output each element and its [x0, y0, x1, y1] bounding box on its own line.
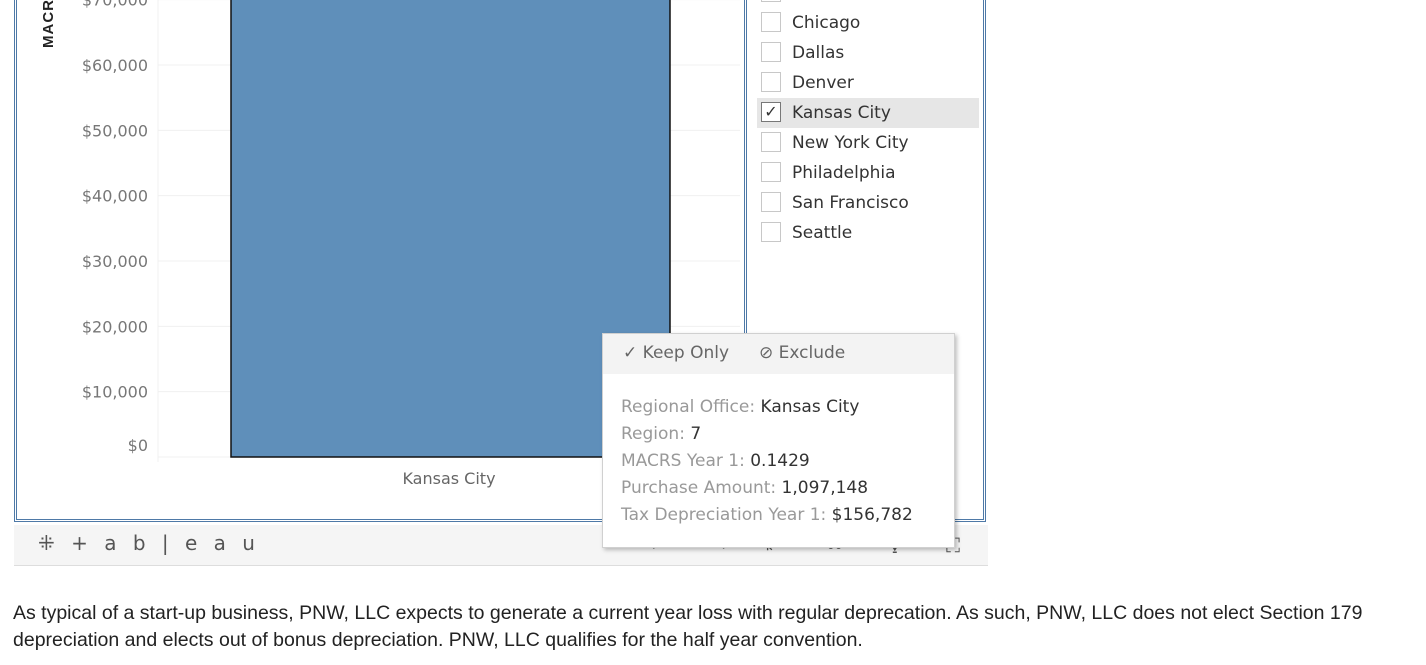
- tableau-logo-icon: ⁜: [38, 531, 60, 555]
- y-tick-label: $10,000: [82, 383, 148, 402]
- filter-item[interactable]: New York City: [757, 128, 979, 158]
- filter-item[interactable]: Denver: [757, 68, 979, 98]
- filter-item[interactable]: Chicago: [757, 8, 979, 38]
- filter-item[interactable]: Dallas: [757, 38, 979, 68]
- tooltip-label: Regional Office:: [621, 397, 761, 417]
- checkbox[interactable]: [761, 42, 781, 62]
- exclude-button[interactable]: ⊘ Exclude: [759, 343, 845, 363]
- filter-item-label: Kansas City: [792, 103, 891, 123]
- checkbox[interactable]: [761, 162, 781, 182]
- tooltip: ✓ Keep Only ⊘ Exclude Regional Office: K…: [602, 333, 955, 548]
- check-icon: ✓: [623, 343, 638, 363]
- checkbox[interactable]: [761, 12, 781, 32]
- y-tick-label: $20,000: [82, 317, 148, 336]
- tooltip-row: Tax Depreciation Year 1: $156,782: [621, 502, 913, 529]
- keep-only-button[interactable]: ✓ Keep Only: [623, 343, 729, 363]
- tooltip-actions: ✓ Keep Only ⊘ Exclude: [603, 334, 954, 374]
- filter-item-label: Denver: [792, 73, 854, 93]
- tooltip-value: 7: [690, 424, 702, 444]
- filter-item-label: Chicago: [792, 13, 861, 33]
- y-axis-title: MACR: [40, 0, 57, 48]
- tooltip-value: 0.1429: [750, 451, 810, 471]
- tableau-logo[interactable]: ⁜ + a b | e a u: [38, 531, 260, 555]
- tooltip-row: Regional Office: Kansas City: [621, 394, 913, 421]
- checkbox[interactable]: [761, 222, 781, 242]
- filter-item[interactable]: Seattle: [757, 218, 979, 248]
- tooltip-value: $156,782: [831, 505, 913, 525]
- tooltip-label: Purchase Amount:: [621, 478, 782, 498]
- tooltip-row: Purchase Amount: 1,097,148: [621, 475, 913, 502]
- tooltip-value: Kansas City: [760, 397, 860, 417]
- tooltip-label: Region:: [621, 424, 691, 444]
- filter-item-label: Philadelphia: [792, 163, 896, 183]
- filter-item-label: Seattle: [792, 223, 853, 243]
- filter-item[interactable]: ✓ Kansas City: [757, 98, 979, 128]
- tooltip-details: Regional Office: Kansas City Region: 7 MAC…: [621, 394, 913, 529]
- filter-item[interactable]: San Francisco: [757, 188, 979, 218]
- checkbox[interactable]: [761, 132, 781, 152]
- y-tick-label: $60,000: [82, 56, 148, 75]
- checkbox[interactable]: ✓: [761, 102, 781, 122]
- exclude-icon: ⊘: [759, 343, 774, 363]
- y-tick-label: $70,000: [82, 0, 148, 10]
- tooltip-value: 1,097,148: [781, 478, 869, 498]
- filter-item[interactable]: [757, 0, 979, 8]
- y-tick-label: $50,000: [82, 121, 148, 140]
- tooltip-label: MACRS Year 1:: [621, 451, 751, 471]
- checkbox[interactable]: [761, 192, 781, 212]
- filter-item-label: New York City: [792, 133, 909, 153]
- y-tick-label: $0: [128, 436, 148, 455]
- filter-item-label: San Francisco: [792, 193, 909, 213]
- filter-item[interactable]: Philadelphia: [757, 158, 979, 188]
- x-tick-label: Kansas City: [402, 469, 495, 488]
- tooltip-row: MACRS Year 1: 0.1429: [621, 448, 913, 475]
- tooltip-label: Tax Depreciation Year 1:: [621, 505, 832, 525]
- y-tick-label: $40,000: [82, 187, 148, 206]
- tooltip-row: Region: 7: [621, 421, 913, 448]
- y-tick-label: $30,000: [82, 252, 148, 271]
- checkbox[interactable]: [761, 0, 781, 2]
- filter-item-label: Dallas: [792, 43, 845, 63]
- description-paragraph: As typical of a start-up business, PNW, …: [13, 602, 1363, 651]
- checkbox[interactable]: [761, 72, 781, 92]
